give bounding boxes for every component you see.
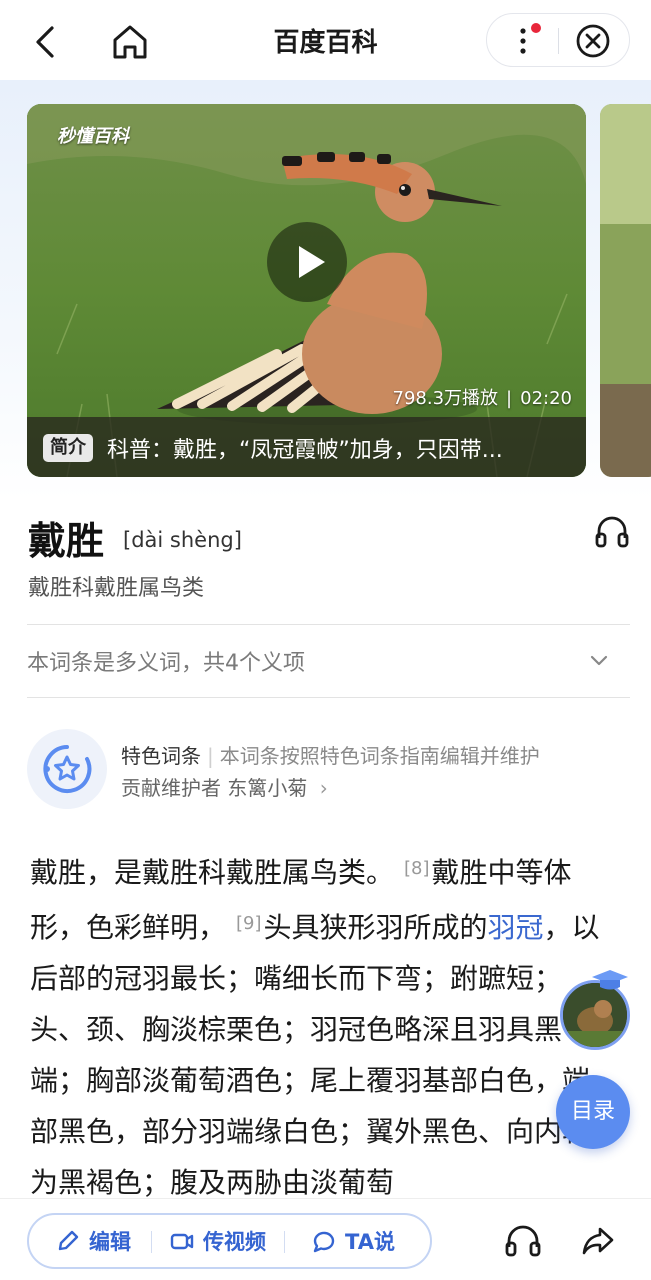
chat-bubble-icon [313, 1231, 335, 1253]
brand-watermark: 秒懂百科 [57, 126, 129, 147]
intro-badge: 简介 [43, 434, 93, 462]
listen-icon[interactable] [503, 1223, 543, 1259]
reference-marker[interactable]: [8] [404, 858, 430, 879]
divider [27, 624, 630, 625]
featured-label: 特色词条 [121, 744, 201, 768]
graduation-cap-icon [592, 970, 628, 990]
close-icon[interactable] [575, 23, 611, 59]
video-card[interactable]: 秒懂百科 798.3万播放 | 02:20 简介 科普：戴胜，“凤冠霞帔”加身，只因… [27, 104, 586, 477]
headphones-icon[interactable] [593, 512, 631, 550]
video-camera-icon [170, 1233, 194, 1250]
bottom-toolbar: 编辑 传视频 TA说 [0, 1198, 651, 1280]
play-icon [299, 246, 325, 278]
pill-divider [151, 1231, 152, 1253]
chevron-right-icon: › [319, 776, 328, 800]
view-count: 798.3万播放 [392, 388, 499, 409]
video-duration: 02:20 [520, 388, 572, 409]
next-media-card[interactable] [600, 104, 651, 477]
featured-entry-line[interactable]: 特色词条 | 本词条按照特色词条指南编辑并维护 [121, 740, 540, 769]
upload-video-label: 传视频 [203, 1230, 266, 1254]
body-sentence: 头具狭形羽所成的 [263, 911, 488, 944]
entry-pinyin: [dài shèng] [123, 528, 242, 552]
chevron-down-icon[interactable] [588, 650, 610, 672]
next-media-thumbnail [600, 104, 651, 477]
meta-divider: | [506, 388, 513, 409]
mini-program-capsule [486, 13, 630, 67]
ta-says-label: TA说 [345, 1230, 395, 1254]
top-bar: 百度百科 [0, 0, 651, 80]
article-body: 戴胜，是戴胜科戴胜属鸟类。 [8]戴胜中等体形，色彩鲜明， [9]头具狭形羽所成的羽… [30, 843, 615, 1208]
contributor-text: 贡献维护者 东篱小菊 [121, 776, 308, 800]
featured-entry-icon [27, 729, 107, 809]
pencil-icon [58, 1230, 79, 1251]
edit-button[interactable]: 编辑 [55, 1215, 131, 1267]
pill-divider [284, 1231, 285, 1253]
polysemy-note[interactable]: 本词条是多义词，共4个义项 [27, 645, 305, 677]
edit-label: 编辑 [89, 1230, 131, 1254]
share-icon[interactable] [580, 1223, 616, 1259]
toc-button[interactable]: 目录 [556, 1075, 630, 1149]
video-caption-bar[interactable]: 简介 科普：戴胜，“凤冠霞帔”加身，只因带... [27, 417, 586, 477]
action-pill: 编辑 传视频 TA说 [27, 1213, 432, 1269]
upload-video-button[interactable]: 传视频 [169, 1215, 266, 1267]
contributor-line[interactable]: 贡献维护者 东篱小菊 › [121, 772, 328, 801]
ta-says-button[interactable]: TA说 [311, 1215, 395, 1267]
more-icon[interactable] [505, 22, 541, 60]
video-caption: 科普：戴胜，“凤冠霞帔”加身，只因带... [107, 438, 503, 463]
body-sentence: ，以后部的冠羽最长；嘴细长而下弯；跗蹠短；头、颈、胸淡棕栗色；羽冠色略深且羽具黑… [30, 911, 600, 1199]
crest-link[interactable]: 羽冠 [488, 911, 544, 944]
body-sentence: 戴胜，是戴胜科戴胜属鸟类。 [30, 856, 395, 889]
capsule-divider [558, 28, 559, 54]
video-meta: 798.3万播放 | 02:20 [393, 384, 572, 410]
entry-subtitle: 戴胜科戴胜属鸟类 [28, 576, 205, 601]
divider [27, 697, 630, 698]
reference-marker[interactable]: [9] [236, 913, 262, 934]
notification-dot [531, 23, 541, 33]
play-button[interactable] [267, 222, 347, 302]
featured-description: 本词条按照特色词条指南编辑并维护 [219, 744, 540, 768]
featured-separator: | [207, 744, 214, 768]
entry-title: 戴胜 [28, 519, 105, 563]
